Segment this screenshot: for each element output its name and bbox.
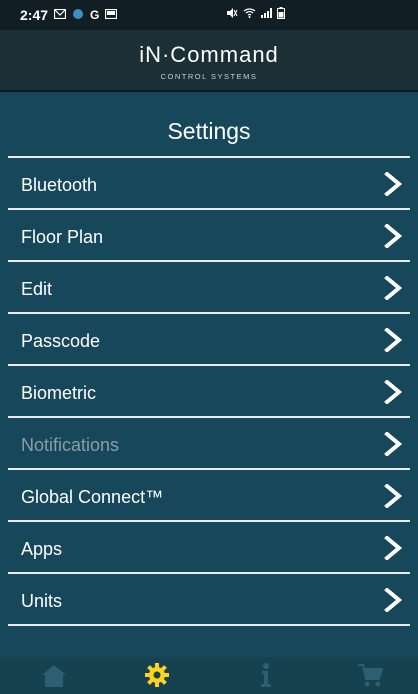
menu-item-global-connect[interactable]: Global Connect™ [8, 468, 410, 520]
menu-item-label: Units [21, 591, 63, 611]
status-time: 2:47 [20, 7, 49, 23]
page-title: Settings [167, 118, 251, 144]
chevron-right-icon [384, 276, 402, 300]
status-right [226, 7, 285, 22]
tab-home[interactable] [40, 662, 68, 688]
menu-item-notifications[interactable]: Notifications [8, 416, 410, 468]
menu-item-label: Edit [21, 279, 53, 299]
chevron-right-icon [384, 484, 402, 508]
chevron-right-icon [384, 380, 402, 404]
menu-item-bluetooth[interactable]: Bluetooth [8, 156, 410, 208]
menu-item-label: Notifications [21, 435, 120, 455]
menu-item-edit[interactable]: Edit [8, 260, 410, 312]
menu-item-units[interactable]: Units [8, 572, 410, 626]
menu-item-label: Global Connect™ [21, 487, 164, 507]
menu-item-label: Floor Plan [21, 227, 104, 247]
mute-icon [226, 8, 238, 21]
chevron-right-icon [384, 536, 402, 560]
tab-info[interactable] [252, 662, 280, 688]
tab-bar [0, 657, 418, 694]
status-left: 2:47 G [20, 7, 118, 23]
menu-item-passcode[interactable]: Passcode [8, 312, 410, 364]
tab-cart[interactable] [356, 662, 384, 688]
menu-item-apps[interactable]: Apps [8, 520, 410, 572]
menu-item-biometric[interactable]: Biometric [8, 364, 410, 416]
mail-icon [53, 8, 67, 22]
menu-item-label: Biometric [21, 383, 97, 403]
signal-icon [261, 8, 272, 21]
cart-icon [358, 664, 384, 687]
chevron-right-icon [384, 588, 402, 612]
wifi-icon [243, 8, 256, 21]
google-icon: G [90, 8, 100, 22]
chevron-right-icon [384, 328, 402, 352]
menu-item-label: Bluetooth [21, 175, 98, 195]
chevron-right-icon [384, 172, 402, 196]
chevron-right-icon [384, 432, 402, 456]
chevron-right-icon [384, 224, 402, 248]
home-icon [42, 665, 66, 687]
brand-logo: iN·Command [139, 42, 279, 67]
tab-settings[interactable] [143, 662, 171, 688]
brand-subtitle: CONTROL SYSTEMS [160, 72, 258, 81]
info-icon [261, 663, 271, 687]
app-header: iN·Command CONTROL SYSTEMS [0, 30, 418, 92]
weather-icon [72, 8, 84, 23]
screen-icon [105, 8, 118, 22]
menu-item-label: Apps [21, 539, 63, 559]
battery-icon [277, 7, 285, 22]
menu-item-label: Passcode [21, 331, 101, 351]
menu-item-floor-plan[interactable]: Floor Plan [8, 208, 410, 260]
settings-menu: Bluetooth Floor Plan Edit Passcode Biometric… [8, 156, 410, 626]
gear-icon [145, 663, 169, 687]
status-bar: 2:47 G [0, 0, 418, 30]
